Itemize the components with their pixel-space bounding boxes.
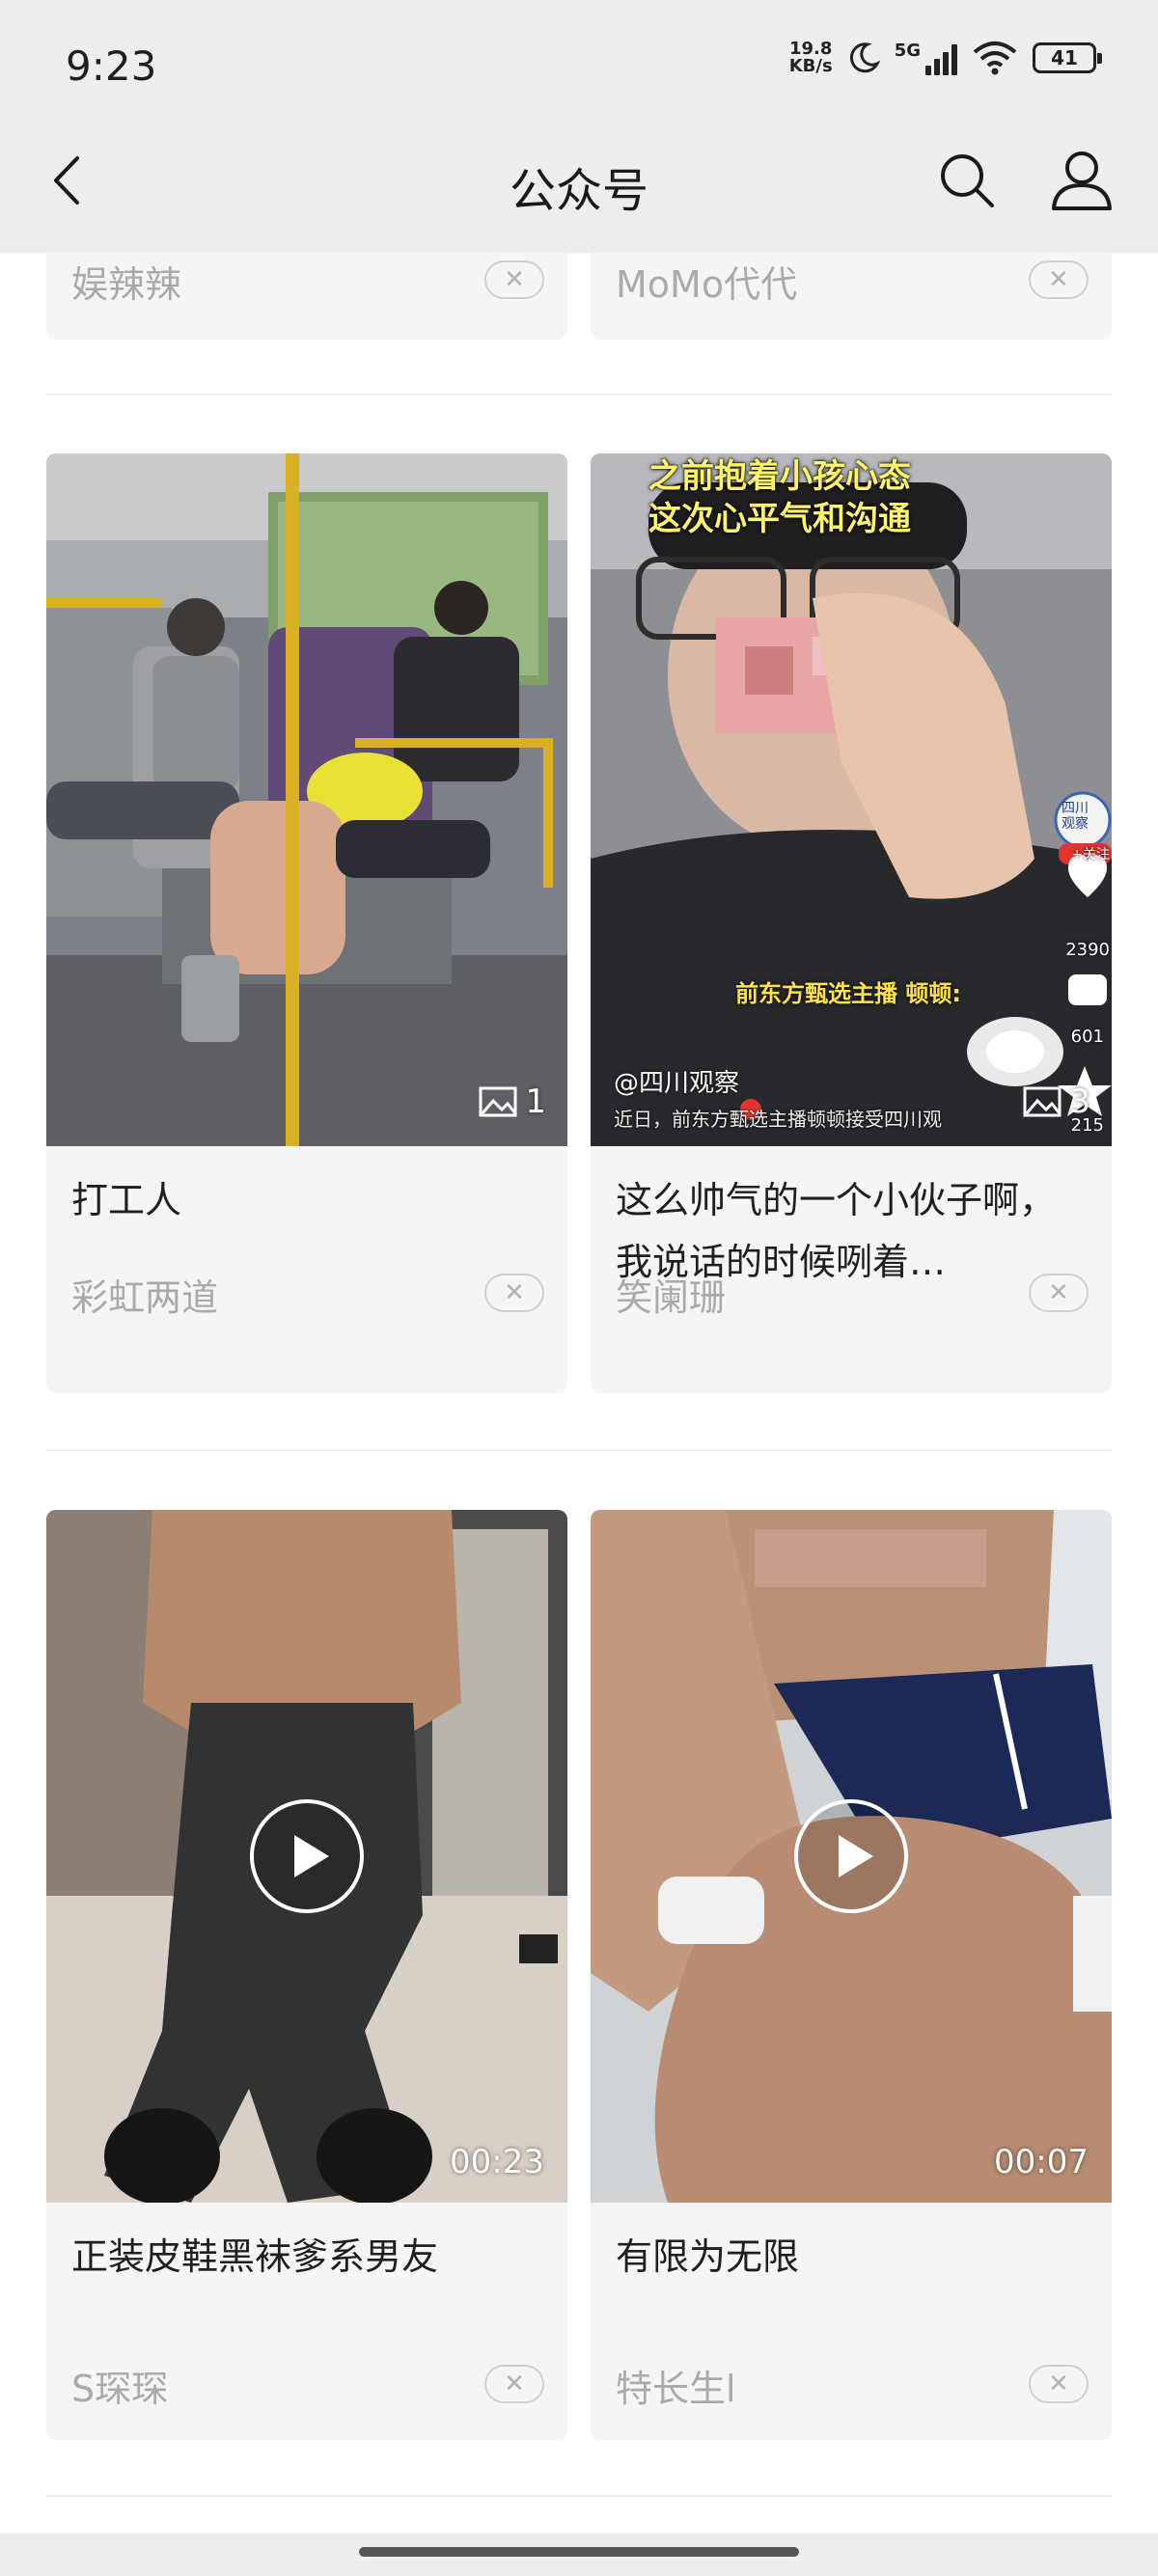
feed-card[interactable]: 00:23 正装皮鞋黑袜爹系男友 S琛琛 ✕ <box>46 1510 567 2440</box>
do-not-disturb-icon <box>849 42 881 73</box>
row-divider <box>46 2495 1112 2497</box>
dismiss-button[interactable]: ✕ <box>1029 1274 1089 1312</box>
close-icon: ✕ <box>504 265 525 294</box>
row-divider <box>46 1449 1112 1451</box>
play-button[interactable] <box>794 1799 908 1913</box>
close-icon: ✕ <box>504 2370 525 2398</box>
dismiss-button[interactable]: ✕ <box>1029 260 1089 299</box>
thumbnail-image[interactable]: 之前抱着小孩心态 这次心平气和沟通 前东方甄选主播 顿顿: @四川观察 近日，前… <box>591 453 1112 1146</box>
close-icon: ✕ <box>504 1278 525 1307</box>
author-name[interactable]: S琛琛 <box>71 2359 168 2412</box>
video-handle: @四川观察 <box>614 1069 740 1098</box>
likes-count: 2390 <box>1065 940 1110 960</box>
close-icon: ✕ <box>1048 1278 1069 1307</box>
author-name[interactable]: 笑阑珊 <box>616 1268 726 1321</box>
search-icon <box>941 154 994 207</box>
author-name[interactable]: 特长生l <box>616 2359 736 2412</box>
network-speed: 19.8 KB/s <box>788 39 833 76</box>
row-divider <box>46 394 1112 396</box>
video-still-photo <box>591 453 1112 1146</box>
dismiss-button[interactable]: ✕ <box>484 2365 544 2403</box>
thumbnail-image[interactable]: 00:07 <box>591 1510 1112 2203</box>
status-time: 9:23 <box>66 42 157 90</box>
video-duration: 00:23 <box>450 2143 544 2181</box>
image-count-badge: 3 <box>1023 1082 1090 1121</box>
card-title[interactable]: 正装皮鞋黑袜爹系男友 <box>71 2226 544 2288</box>
play-button[interactable] <box>250 1799 364 1913</box>
dismiss-button[interactable]: ✕ <box>484 260 544 299</box>
author-name[interactable]: MoMo代代 <box>616 255 797 308</box>
side-badge: 四川观察 <box>1062 801 1089 832</box>
thumbnail-image[interactable]: 1 <box>46 453 567 1146</box>
video-subtitle: 前东方甄选主播 顿顿: <box>735 980 961 1007</box>
battery-icon: 41 <box>1033 42 1102 73</box>
author-name[interactable]: 彩虹两道 <box>71 1268 218 1321</box>
status-icons: 19.8 KB/s 5G 41 <box>788 39 1102 77</box>
follow-label: +关注 <box>1071 847 1110 863</box>
card-title[interactable]: 有限为无限 <box>616 2226 1089 2288</box>
image-icon <box>479 1086 517 1117</box>
feed-card[interactable]: 1 打工人 彩虹两道 ✕ <box>46 453 567 1393</box>
wifi-icon <box>973 41 1017 75</box>
home-indicator[interactable] <box>359 2547 799 2557</box>
dismiss-button[interactable]: ✕ <box>1029 2365 1089 2403</box>
card-title[interactable]: 打工人 <box>71 1169 544 1231</box>
thumbnail-image[interactable]: 00:23 <box>46 1510 567 2203</box>
play-icon <box>294 1835 329 1877</box>
profile-button[interactable] <box>1048 147 1116 214</box>
close-icon: ✕ <box>1048 265 1069 294</box>
feed-card[interactable]: 00:07 有限为无限 特长生l ✕ <box>591 1510 1112 2440</box>
image-count-badge: 1 <box>479 1082 546 1121</box>
video-caption: 之前抱着小孩心态 这次心平气和沟通 <box>648 457 911 538</box>
comments-count: 601 <box>1070 1027 1104 1047</box>
image-icon <box>1023 1086 1062 1117</box>
person-icon <box>1052 151 1112 210</box>
author-name[interactable]: 娱辣辣 <box>71 255 181 308</box>
play-icon <box>839 1835 873 1877</box>
close-icon: ✕ <box>1048 2370 1069 2398</box>
bus-photo <box>46 453 567 1146</box>
search-button[interactable] <box>936 150 998 211</box>
feed-card[interactable]: 之前抱着小孩心态 这次心平气和沟通 前东方甄选主播 顿顿: @四川观察 近日，前… <box>591 453 1112 1393</box>
dismiss-button[interactable]: ✕ <box>484 1274 544 1312</box>
video-duration: 00:07 <box>994 2143 1089 2181</box>
video-description: 近日，前东方甄选主播顿顿接受四川观 <box>614 1108 942 1131</box>
cellular-signal-icon: 5G <box>895 41 957 75</box>
top-bar: 9:23 19.8 KB/s 5G 41 公众号 <box>0 0 1158 253</box>
